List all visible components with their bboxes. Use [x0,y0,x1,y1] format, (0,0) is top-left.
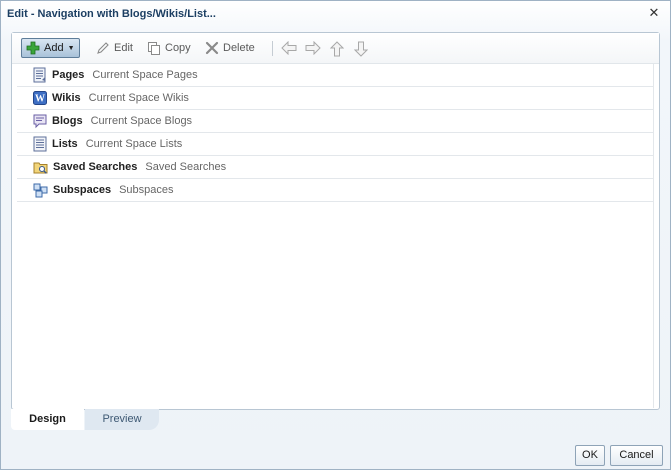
blogs-icon [33,114,47,128]
edit-button[interactable]: Edit [96,39,133,57]
cancel-button[interactable]: Cancel [610,445,663,466]
list-item-pages[interactable]: Pages Current Space Pages [17,64,653,87]
delete-x-icon [205,41,219,55]
list-item-blogs[interactable]: Blogs Current Space Blogs [17,110,653,133]
list-item-lists[interactable]: Lists Current Space Lists [17,133,653,156]
item-name: Saved Searches [53,161,138,173]
toolbar-separator [272,41,273,56]
item-name: Lists [52,138,78,150]
item-desc: Current Space Lists [85,138,183,150]
saved-searches-icon [33,162,48,174]
item-name: Pages [52,69,85,81]
copy-icon [148,42,160,55]
lists-icon [33,136,47,152]
arrow-up-icon[interactable] [330,41,344,57]
copy-label: Copy [165,42,191,54]
svg-text:W: W [35,94,45,105]
pages-icon [33,67,46,83]
item-name: Blogs [52,115,83,127]
pencil-icon [97,42,109,54]
arrow-down-icon[interactable] [354,41,368,57]
design-panel: Add ▼ Edit Copy Delete Pages Current Spa… [11,32,660,410]
tab-preview[interactable]: Preview [85,409,159,430]
delete-label: Delete [223,42,255,54]
edit-navigation-dialog: Edit - Navigation with Blogs/Wikis/List.… [0,0,671,470]
plus-icon [26,41,40,55]
tab-design[interactable]: Design [11,409,84,430]
close-icon[interactable]: ✕ [648,6,660,19]
item-desc: Subspaces [119,184,174,196]
list-item-saved-searches[interactable]: Saved Searches Saved Searches [17,156,653,179]
item-desc: Current Space Wikis [88,92,189,104]
item-desc: Current Space Pages [92,69,198,81]
add-button[interactable]: Add ▼ [21,38,80,58]
wikis-icon: W [33,91,47,105]
chevron-down-icon: ▼ [67,44,75,52]
copy-button[interactable]: Copy [147,39,191,57]
item-name: Subspaces [53,184,112,196]
delete-button[interactable]: Delete [205,39,255,57]
item-desc: Current Space Blogs [90,115,193,127]
list-item-wikis[interactable]: W Wikis Current Space Wikis [17,87,653,110]
subspaces-icon [33,183,48,197]
toolbar: Add ▼ Edit Copy Delete [12,33,659,64]
ok-button[interactable]: OK [575,445,605,466]
navigation-items-list: Pages Current Space Pages W Wikis Curren… [17,64,653,202]
arrow-right-icon[interactable] [305,41,321,55]
item-name: Wikis [52,92,81,104]
arrow-left-icon[interactable] [281,41,297,55]
list-divider [653,64,654,408]
item-desc: Saved Searches [145,161,227,173]
add-label: Add [44,42,64,54]
edit-label: Edit [114,42,133,54]
list-item-subspaces[interactable]: Subspaces Subspaces [17,179,653,202]
dialog-title: Edit - Navigation with Blogs/Wikis/List.… [7,8,216,20]
